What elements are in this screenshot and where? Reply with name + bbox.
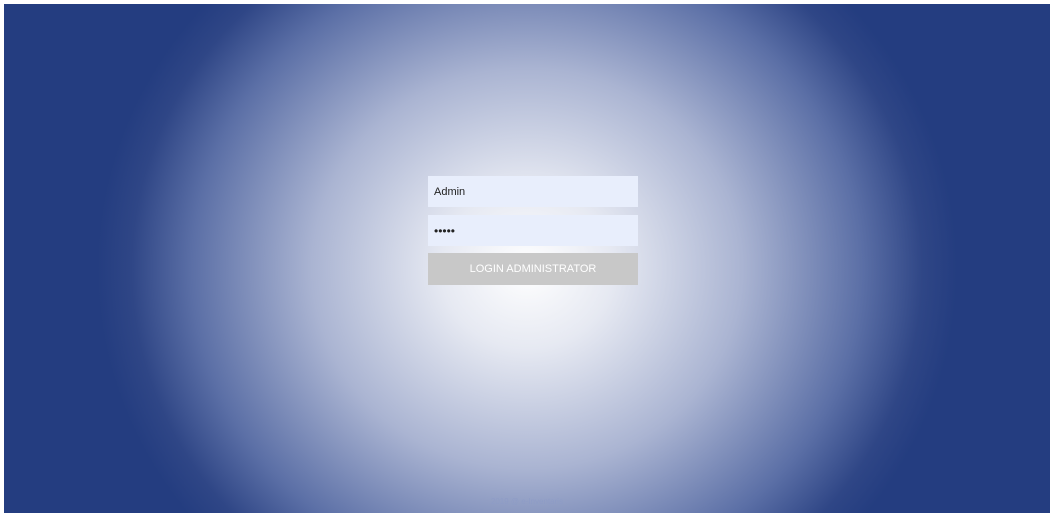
- username-input[interactable]: [428, 176, 638, 207]
- footer-copyright: 2019 @ e-Inventaris: [490, 497, 564, 506]
- password-input[interactable]: [428, 215, 638, 246]
- login-administrator-button[interactable]: LOGIN ADMINISTRATOR: [428, 253, 638, 285]
- login-page: LOGIN ADMINISTRATOR 2019 @ e-Inventaris: [4, 4, 1050, 513]
- login-form: LOGIN ADMINISTRATOR: [428, 176, 638, 285]
